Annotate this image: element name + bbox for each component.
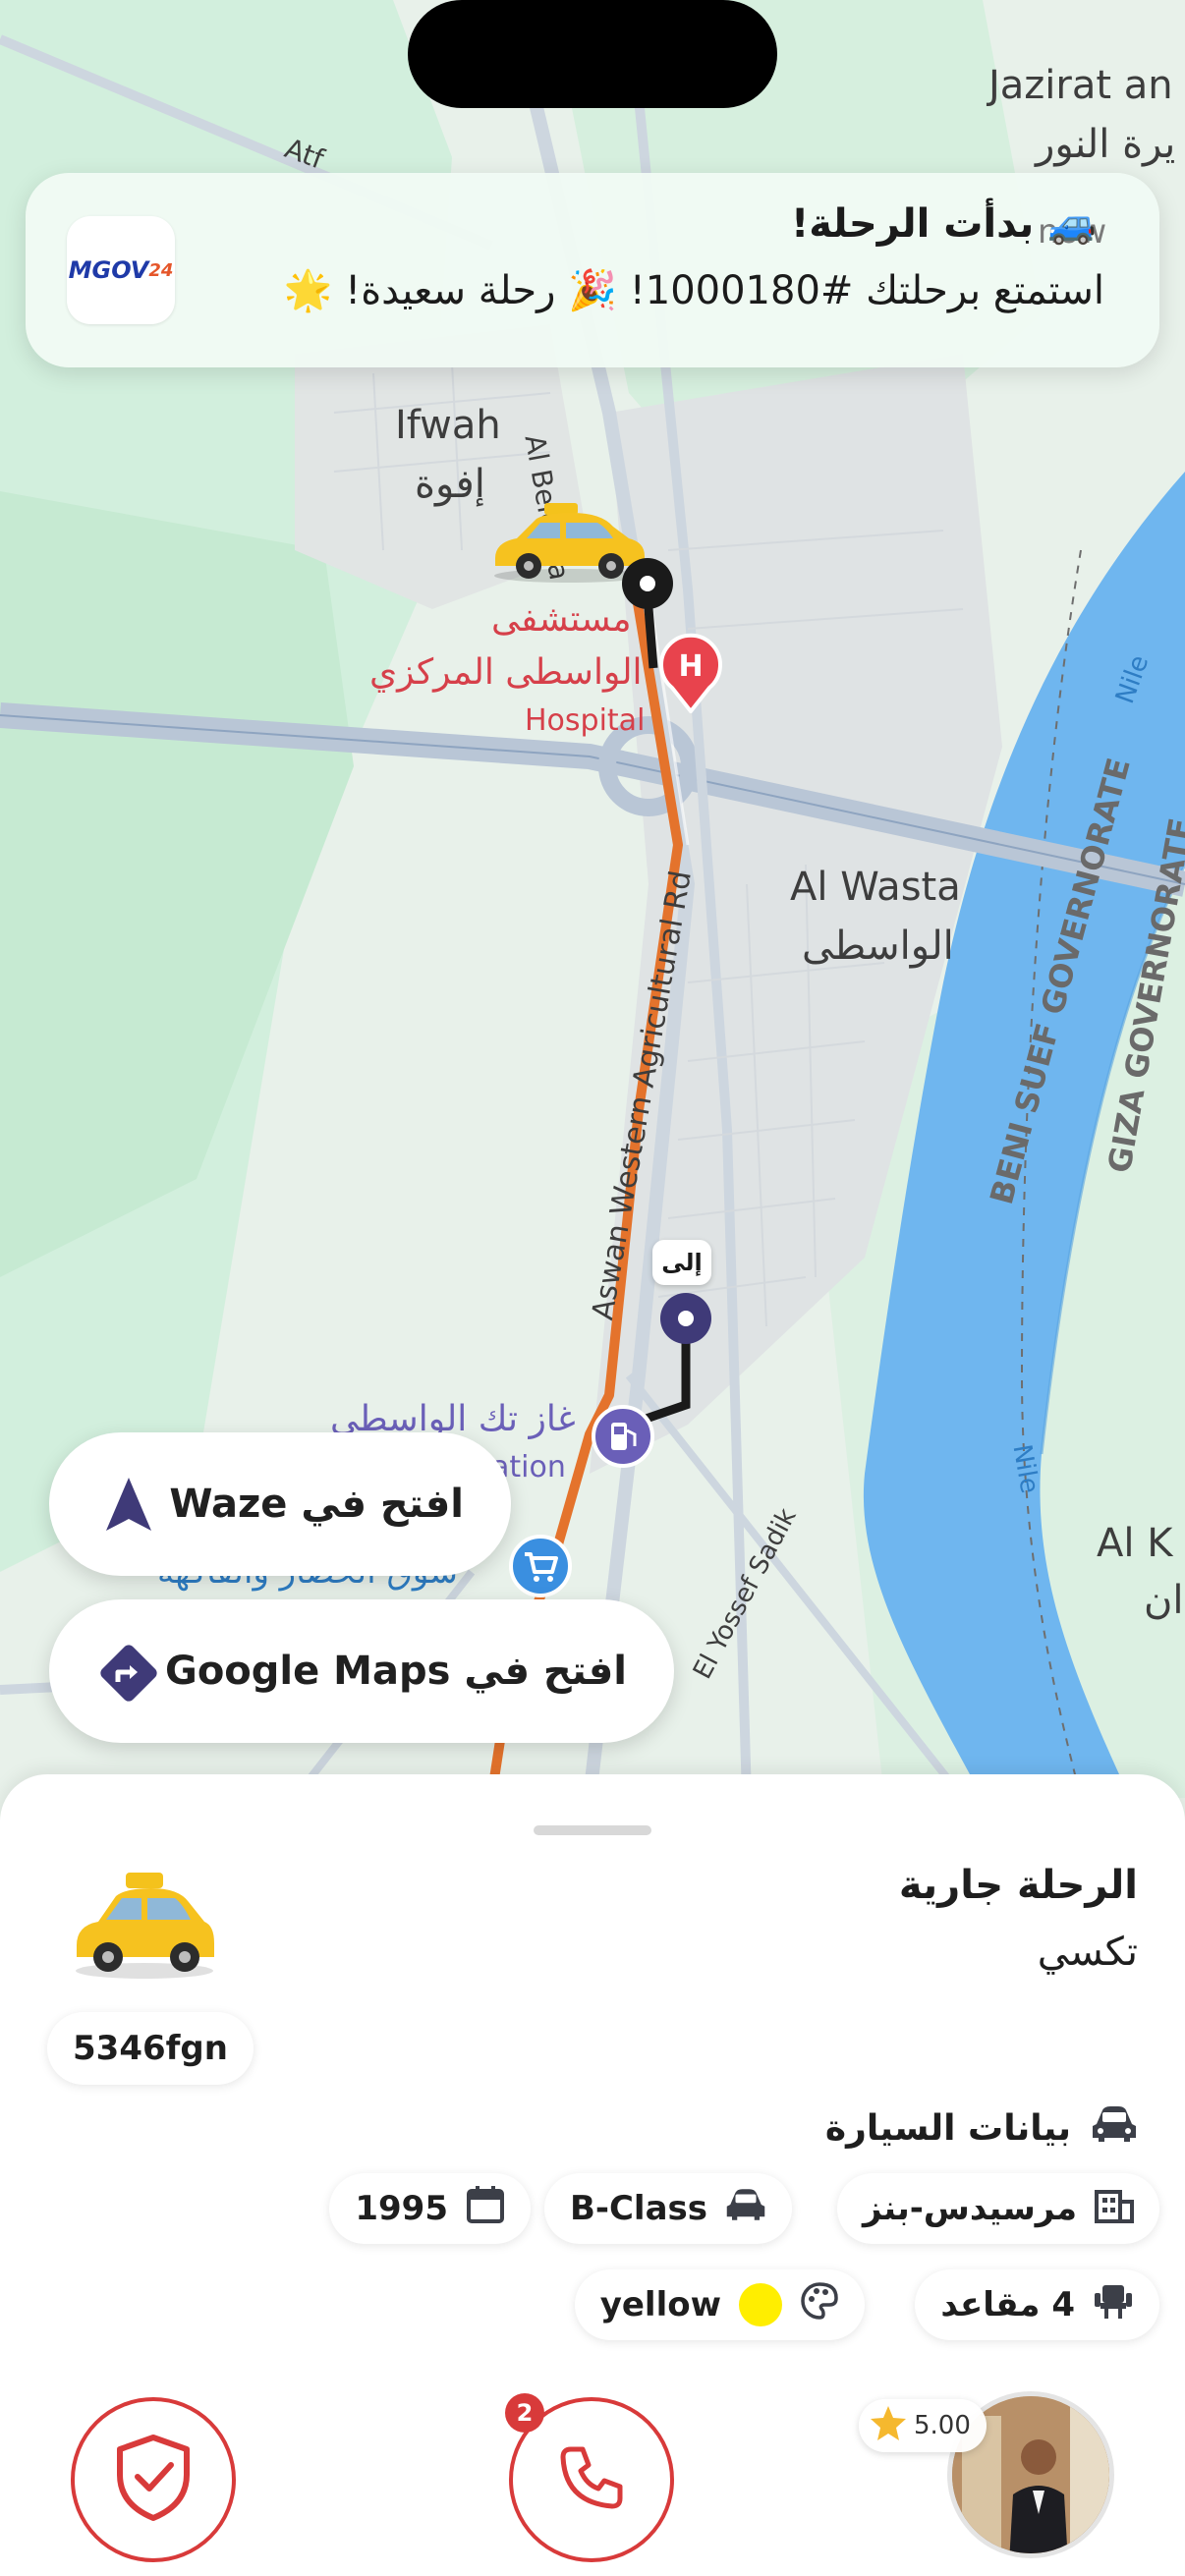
- dynamic-island: [408, 0, 777, 108]
- open-in-google-maps-button[interactable]: افتح في Google Maps: [49, 1599, 674, 1743]
- map-label: Al K: [1097, 1521, 1173, 1566]
- building-icon: [1095, 2186, 1134, 2232]
- seat-icon: [1093, 2281, 1134, 2329]
- palette-icon: [800, 2281, 839, 2329]
- map-label: Jazirat an: [988, 63, 1173, 108]
- notification-title: 🚙 بدأت الرحلة!: [791, 201, 1097, 247]
- trip-status: الرحلة جارية: [898, 1863, 1138, 1908]
- gas-station-pin-icon[interactable]: [592, 1405, 654, 1472]
- car-year: 1995: [355, 2189, 448, 2228]
- missed-call-badge: 2: [505, 2393, 544, 2433]
- shield-check-icon: [114, 2434, 193, 2526]
- plate-number: 5346fgn: [47, 2012, 254, 2085]
- map-label: الواسطى المركزي: [369, 652, 643, 693]
- taxi-car-icon: [71, 1869, 218, 1985]
- trip-started-notification[interactable]: MGOV 24 now 🚙 بدأت الرحلة! استمتع برحلتك …: [26, 173, 1159, 367]
- navigation-arrow-icon: [104, 1476, 153, 1537]
- map-label: إفوة: [415, 462, 485, 507]
- car-info-icon: [1091, 2104, 1138, 2153]
- map-label: مستشفى: [491, 599, 632, 640]
- map-label: يرة النور: [1036, 122, 1176, 167]
- car-seats-chip: 4 مقاعد: [915, 2269, 1159, 2340]
- car-info-title: بيانات السيارة: [824, 2107, 1071, 2149]
- car-color-chip: yellow: [574, 2269, 865, 2340]
- sheet-drag-handle[interactable]: [534, 1825, 651, 1835]
- car-make: مرسيدس-بنز: [863, 2189, 1077, 2228]
- car-make-chip: مرسيدس-بنز: [837, 2173, 1159, 2244]
- open-in-waze-button[interactable]: افتح في Waze: [49, 1432, 511, 1576]
- phone-icon: [557, 2443, 626, 2516]
- star-icon: [869, 2404, 908, 2447]
- open-in-google-maps-label: افتح في Google Maps: [164, 1649, 627, 1694]
- car-color-name: yellow: [599, 2285, 721, 2324]
- map-label: Hospital: [525, 703, 646, 738]
- map-label: Al Wasta: [790, 865, 961, 910]
- shopping-cart-pin-icon[interactable]: [509, 1535, 572, 1601]
- trip-details-sheet[interactable]: الرحلة جارية تكسي 5346fgn بيانات السيارة…: [0, 1774, 1185, 2576]
- car-model: B-Class: [569, 2189, 707, 2228]
- destination-tag: إلى: [652, 1240, 711, 1285]
- directions-icon: [98, 1643, 159, 1708]
- car-year-chip: 1995: [329, 2173, 531, 2244]
- calendar-icon: [466, 2185, 505, 2233]
- pickup-pin-icon: [620, 556, 675, 615]
- safety-button[interactable]: [71, 2397, 236, 2562]
- map-label: Ifwah: [395, 403, 501, 448]
- svg-text:H: H: [678, 649, 703, 684]
- car-color-swatch: [739, 2283, 782, 2326]
- open-in-waze-label: افتح في Waze: [169, 1482, 464, 1527]
- car-model-chip: B-Class: [543, 2173, 792, 2244]
- car-info-section: بيانات السيارة: [825, 2089, 1138, 2167]
- car-seats: 4 مقاعد: [940, 2285, 1075, 2324]
- map-label: ان: [1144, 1578, 1184, 1623]
- notification-body: استمتع برحلتك #1000180! 🎉 رحلة سعيدة! 🌟: [283, 268, 1104, 313]
- car-icon: [725, 2187, 766, 2231]
- destination-pin-icon: [658, 1291, 713, 1350]
- map-label: الواسطى: [802, 924, 954, 969]
- service-type: تكسي: [1037, 1930, 1138, 1975]
- hospital-pin-icon[interactable]: H: [656, 629, 725, 717]
- driver-rating-badge: 5.00: [859, 2399, 987, 2452]
- driver-rating: 5.00: [914, 2411, 971, 2440]
